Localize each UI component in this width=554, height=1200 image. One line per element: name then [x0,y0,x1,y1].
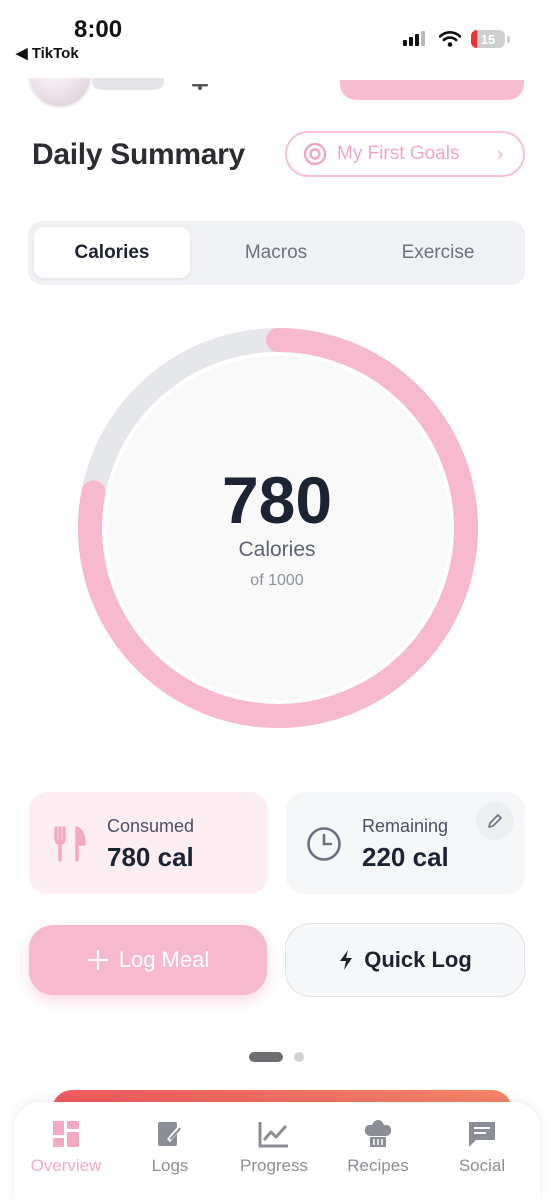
nav-recipes[interactable]: Recipes [326,1120,430,1176]
quick-log-button[interactable]: Quick Log [285,923,525,997]
consumed-value: 780 cal [107,842,194,872]
chat-icon [469,1122,495,1147]
plus-icon [87,949,108,971]
username-placeholder [92,78,164,90]
nav-recipes-label: Recipes [347,1156,409,1175]
remaining-value: 220 cal [362,842,449,872]
avatar[interactable] [28,78,92,108]
nav-progress[interactable]: Progress [222,1120,326,1176]
tab-exercise[interactable]: Exercise [360,227,516,278]
log-meal-label: Log Meal [118,947,210,972]
edit-goal-button[interactable] [476,802,514,840]
clock-icon [307,827,341,861]
nav-social-label: Social [458,1156,506,1175]
calorie-goal: of 1000 [250,572,304,589]
quick-log-label: Quick Log [364,947,472,972]
chef-hat-icon [364,1120,392,1147]
nav-social[interactable]: Social [430,1120,534,1176]
calorie-label: Calories [238,538,316,561]
header-action-button[interactable] [340,80,524,100]
nav-progress-label: Progress [239,1156,309,1175]
tab-calories[interactable]: Calories [34,227,190,278]
page-indicator[interactable] [294,1052,304,1062]
chart-line-icon [258,1122,288,1148]
log-meal-button[interactable]: Log Meal [29,925,267,995]
page-indicator-active[interactable] [249,1052,283,1062]
nav-logs[interactable]: Logs [118,1120,222,1176]
pencil-icon [488,814,502,828]
fork-knife-icon [54,826,86,862]
battery-tip [507,35,510,43]
summary-tabs: Calories Macros Exercise [28,221,525,285]
calorie-count: 780 [221,463,333,537]
consumed-label: Consumed [107,816,195,836]
remaining-label: Remaining [362,816,449,836]
nav-overview-label: Overview [30,1156,102,1175]
status-time: 8:00 [74,16,123,43]
wifi-icon [439,31,461,47]
nav-logs-label: Logs [151,1156,189,1175]
battery-icon: 15 [471,30,505,48]
battery-level: 15 [480,31,496,47]
bottom-nav: Overview Logs Progress Recipes Social [14,1102,540,1200]
nav-overview[interactable]: Overview [14,1120,118,1176]
edit-log-icon [158,1122,182,1146]
cellular-signal-icon [403,31,425,46]
my-goals-button[interactable]: My First Goals › [285,131,525,177]
target-icon [303,142,327,166]
consumed-card: Consumed 780 cal [29,792,268,894]
dashboard-icon [53,1121,79,1147]
status-icons: 15 [403,30,510,48]
chevron-right-icon: › [497,143,503,164]
bell-icon[interactable] [190,84,210,90]
lightning-icon [340,950,353,970]
tab-macros[interactable]: Macros [198,227,354,278]
page-title: Daily Summary [32,138,245,171]
my-goals-label: My First Goals [337,143,460,164]
back-to-app-link[interactable]: ◀ TikTok [16,44,79,62]
